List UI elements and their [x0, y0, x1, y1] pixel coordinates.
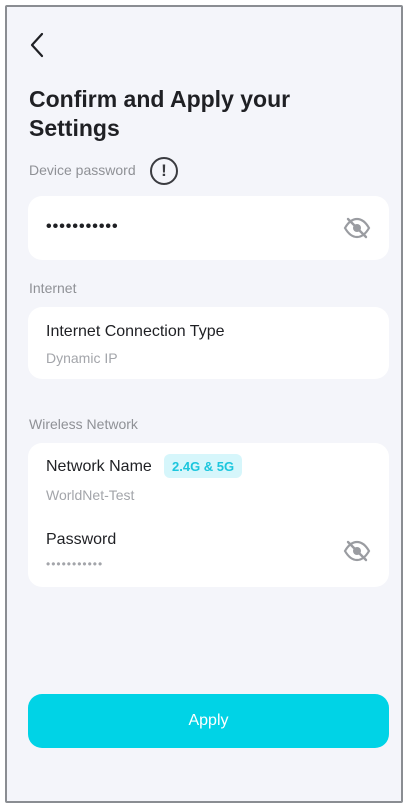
eye-off-icon [343, 540, 371, 562]
connection-type-title: Internet Connection Type [46, 323, 225, 340]
wireless-network-card: Network Name 2.4G & 5G WorldNet-Test Pas… [28, 443, 389, 587]
band-badge: 2.4G & 5G [164, 454, 243, 478]
device-password-visibility-toggle[interactable] [342, 216, 372, 240]
wireless-network-label: Wireless Network [29, 416, 138, 432]
wireless-password-title: Password [46, 531, 117, 548]
wireless-password-value: ••••••••••• [46, 557, 104, 571]
wireless-password-visibility-toggle[interactable] [342, 539, 372, 563]
app-screen: Confirm and Apply your Settings Device p… [5, 5, 403, 803]
device-password-value: ••••••••••• [46, 218, 119, 235]
network-name-value: WorldNet-Test [46, 487, 135, 503]
connection-type-value: Dynamic IP [46, 350, 118, 366]
network-name-title: Network Name [46, 458, 152, 475]
back-button[interactable] [23, 29, 51, 61]
chevron-left-icon [30, 32, 44, 58]
exclamation-circle-icon[interactable]: ! [150, 157, 178, 185]
info-glyph: ! [161, 161, 167, 180]
internet-label: Internet [29, 280, 77, 296]
device-password-card: ••••••••••• [28, 196, 389, 260]
page-title: Confirm and Apply your Settings [29, 86, 291, 141]
internet-card: Internet Connection Type Dynamic IP [28, 307, 389, 379]
device-password-label: Device password [29, 162, 136, 178]
eye-off-icon [343, 217, 371, 239]
apply-button[interactable]: Apply [28, 694, 389, 748]
